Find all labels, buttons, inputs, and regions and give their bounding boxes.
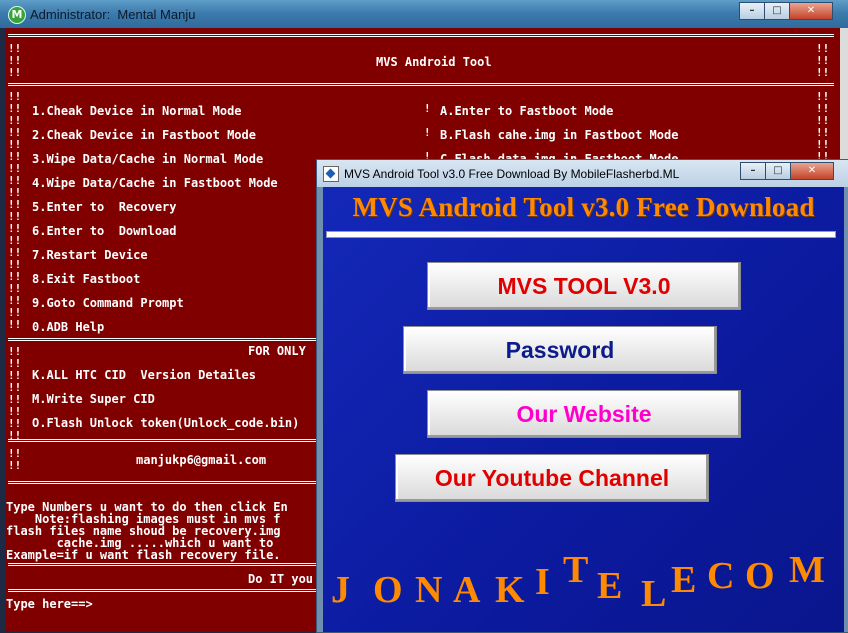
menu-item-2: 2.Cheak Device in Fastboot Mode bbox=[32, 128, 256, 142]
mvs-title-bar[interactable]: MVS Android Tool v3.0 Free Download By M… bbox=[317, 160, 848, 187]
doit-end-rule bbox=[8, 589, 328, 592]
brand-letter: N bbox=[415, 569, 443, 611]
mvs-title: MVS Android Tool v3.0 Free Download By M… bbox=[344, 167, 680, 181]
console-close-button[interactable]: ✕ bbox=[789, 2, 833, 20]
mvs-maximize-button[interactable]: □ bbox=[765, 162, 791, 180]
notes-end-rule bbox=[8, 563, 328, 566]
menu-end-rule bbox=[8, 338, 328, 341]
htc-item-k: K.ALL HTC CID Version Detailes bbox=[32, 368, 256, 382]
password-button[interactable]: Password bbox=[403, 326, 717, 374]
menu-item-4: 4.Wipe Data/Cache in Fastboot Mode bbox=[32, 176, 278, 190]
top-rule bbox=[8, 34, 834, 37]
console-maximize-button[interactable]: □ bbox=[764, 2, 790, 20]
brand-letter: I bbox=[535, 561, 550, 603]
heading-rule bbox=[8, 83, 834, 86]
menu-item-3: 3.Wipe Data/Cache in Normal Mode bbox=[32, 152, 264, 166]
menu-item-b: B.Flash cahe.img in Fastboot Mode bbox=[440, 128, 679, 142]
menu-item-1: 1.Cheak Device in Normal Mode bbox=[32, 104, 242, 118]
menu-item-9: 9.Goto Command Prompt bbox=[32, 296, 184, 310]
console-minimize-button[interactable]: – bbox=[739, 2, 765, 20]
youtube-button[interactable]: Our Youtube Channel bbox=[395, 454, 709, 502]
email-text: manjukp6@gmail.com bbox=[136, 453, 267, 467]
do-it-text: Do IT you bbox=[248, 572, 314, 586]
menu-item-a: A.Enter to Fastboot Mode bbox=[440, 104, 614, 118]
console-heading: MVS Android Tool bbox=[376, 55, 492, 69]
brand-letter: C bbox=[707, 555, 735, 597]
jonaki-telecom-brand: JONAKITELECOM bbox=[323, 542, 844, 615]
brand-letter: E bbox=[597, 565, 623, 607]
email-end-rule bbox=[8, 481, 328, 484]
htc-item-m: M.Write Super CID bbox=[32, 392, 155, 406]
mvs-client-area: MVS Android Tool v3.0 Free Download MVS … bbox=[323, 187, 844, 632]
mvs-progress-bar bbox=[326, 231, 836, 238]
mvs-tool-button[interactable]: MVS TOOL V3.0 bbox=[427, 262, 741, 310]
brand-letter: O bbox=[373, 569, 403, 611]
htc-item-o: O.Flash Unlock token(Unlock_code.bin) bbox=[32, 416, 300, 430]
brand-letter: E bbox=[671, 559, 697, 601]
mvs-minimize-button[interactable]: – bbox=[740, 162, 766, 180]
console-app-icon: M bbox=[8, 6, 26, 24]
console-title: Administrator: Mental Manju bbox=[30, 7, 196, 22]
menu-item-5: 5.Enter to Recovery bbox=[32, 200, 177, 214]
menu-item-8: 8.Exit Fastboot bbox=[32, 272, 141, 286]
menu-item-6: 6.Enter to Download bbox=[32, 224, 177, 238]
brand-letter: L bbox=[641, 573, 667, 615]
website-button[interactable]: Our Website bbox=[427, 390, 741, 438]
menu-item-0: 0.ADB Help bbox=[32, 320, 105, 334]
mvs-window: MVS Android Tool v3.0 Free Download By M… bbox=[316, 159, 848, 633]
mvs-close-button[interactable]: ✕ bbox=[790, 162, 834, 180]
mvs-app-icon bbox=[323, 166, 339, 182]
brand-letter: O bbox=[745, 555, 775, 597]
brand-letter: T bbox=[563, 549, 589, 591]
brand-letter: A bbox=[453, 569, 481, 611]
note-line-5: Example=if u want flash recovery file. bbox=[6, 548, 281, 562]
brand-letter: K bbox=[495, 569, 525, 611]
htc-end-rule bbox=[8, 439, 328, 442]
brand-letter: J bbox=[331, 569, 350, 611]
mvs-heading: MVS Android Tool v3.0 Free Download bbox=[352, 192, 815, 222]
console-title-bar[interactable]: M Administrator: Mental Manju – □ ✕ bbox=[0, 0, 848, 28]
for-only-label: FOR ONLY bbox=[248, 344, 306, 358]
command-prompt[interactable]: Type here==> bbox=[6, 598, 93, 610]
menu-item-7: 7.Restart Device bbox=[32, 248, 148, 262]
brand-letter: M bbox=[789, 549, 825, 591]
